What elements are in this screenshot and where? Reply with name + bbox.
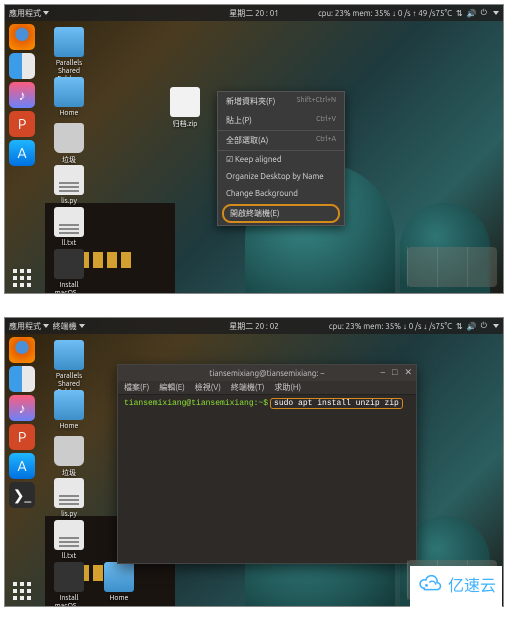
clock[interactable]: 星期二 20 : 02 xyxy=(229,321,279,332)
menu-file[interactable]: 檔案(F) xyxy=(124,382,149,393)
firefox-icon[interactable] xyxy=(9,337,35,363)
files-icon[interactable] xyxy=(9,53,35,79)
system-indicators[interactable]: cpu: 23% mem: 35% ↓ 0 /s ↓ /s75°C ⇅ 🔊 ⏻ xyxy=(329,321,499,331)
music-icon[interactable]: ♪ xyxy=(9,395,35,421)
menu-view[interactable]: 檢視(V) xyxy=(195,382,221,393)
desktop-icon-lispy[interactable]: lis.py xyxy=(49,165,89,205)
screenshot-1: 應用程式 星期二 20 : 01 cpu: 23% mem: 35% ↓ 0 /… xyxy=(4,4,504,294)
power-icon[interactable]: ⏻ xyxy=(481,321,487,331)
file-icon xyxy=(54,520,84,550)
sound-icon[interactable]: 🔊 xyxy=(467,322,477,331)
installer-icon xyxy=(54,562,84,592)
terminal-command: sudo apt install unzip zip xyxy=(270,398,403,409)
menu-help[interactable]: 求助(H) xyxy=(274,382,301,393)
check-icon: ☑ xyxy=(226,155,235,164)
folder-icon xyxy=(104,562,134,592)
watermark: 亿速云 xyxy=(410,566,502,624)
menu-item-paste[interactable]: 貼上(P)Ctrl+V xyxy=(218,111,344,130)
trash-icon xyxy=(54,436,84,466)
menu-terminal[interactable]: 終端機(T) xyxy=(231,382,265,393)
installer-icon xyxy=(54,249,84,279)
top-panel: 應用程式 星期二 20 : 01 cpu: 23% mem: 35% ↓ 0 /… xyxy=(5,5,503,21)
desktop-icon-install[interactable]: Install macOS ... xyxy=(49,562,89,607)
clock[interactable]: 星期二 20 : 01 xyxy=(229,8,279,19)
network-icon[interactable]: ⇅ xyxy=(456,9,463,18)
stats-text: cpu: 23% mem: 35% ↓ 0 /s ↓ /s75°C xyxy=(329,322,452,331)
chevron-down-icon xyxy=(79,324,85,328)
desktop-icon-home2[interactable]: Home xyxy=(99,562,139,602)
desktop-icon-zip[interactable]: 归档.zip xyxy=(165,87,205,129)
folder-icon xyxy=(54,27,84,57)
powerpoint-icon[interactable]: P xyxy=(9,424,35,450)
network-icon[interactable]: ⇅ xyxy=(456,322,463,331)
watermark-text: 亿速云 xyxy=(448,572,496,596)
appstore-icon[interactable]: A xyxy=(9,140,35,166)
close-button[interactable]: ✕ xyxy=(404,367,412,378)
zip-icon xyxy=(170,87,200,117)
terminal-title-text: tiansemixiang@tiansemixiang: ~ xyxy=(209,369,324,378)
cloud-icon xyxy=(416,574,444,594)
terminal-icon[interactable]: ❯_ xyxy=(9,482,35,508)
desktop-icon-parallels[interactable]: Parallels Shared Folders xyxy=(49,340,89,396)
file-icon xyxy=(54,478,84,508)
folder-icon xyxy=(54,390,84,420)
music-icon[interactable]: ♪ xyxy=(9,82,35,108)
menu-item-select-all[interactable]: 全部選取(A)Ctrl+A xyxy=(218,130,344,150)
launcher-dock: ♪ P A xyxy=(5,21,39,273)
maximize-button[interactable]: □ xyxy=(392,367,397,378)
app-menu[interactable]: 應用程式 終端機 xyxy=(9,321,85,332)
chevron-down-icon xyxy=(493,324,499,328)
folder-icon xyxy=(54,77,84,107)
desktop-icon-install[interactable]: Install macOS ... xyxy=(49,249,89,294)
folder-icon xyxy=(54,340,84,370)
firefox-icon[interactable] xyxy=(9,24,35,50)
desktop-icon-parallels[interactable]: Parallels Shared Folders xyxy=(49,27,89,83)
system-indicators[interactable]: cpu: 23% mem: 35% ↓ 0 /s ↑ 49 /s75°C ⇅ 🔊… xyxy=(318,8,499,18)
show-applications-button[interactable] xyxy=(11,267,33,289)
file-icon xyxy=(54,207,84,237)
top-panel: 應用程式 終端機 星期二 20 : 02 cpu: 23% mem: 35% ↓… xyxy=(5,318,503,334)
menu-item-keep-aligned[interactable]: ☑Keep aligned xyxy=(218,150,344,168)
terminal-window[interactable]: tiansemixiang@tiansemixiang: ~ – □ ✕ 檔案(… xyxy=(117,364,417,564)
desktop-context-menu: 新增資料夾(F)Shift+Ctrl+N 貼上(P)Ctrl+V 全部選取(A)… xyxy=(217,91,345,226)
desktop-icon-lltxt[interactable]: ll.txt xyxy=(49,207,89,247)
minimize-button[interactable]: – xyxy=(381,367,385,378)
files-icon[interactable] xyxy=(9,366,35,392)
desktop-icon-trash[interactable]: 垃圾 xyxy=(49,436,89,478)
menu-item-organize[interactable]: Organize Desktop by Name xyxy=(218,168,344,185)
menu-item-change-bg[interactable]: Change Background xyxy=(218,185,344,202)
sound-icon[interactable]: 🔊 xyxy=(467,9,477,18)
terminal-menubar: 檔案(F) 編輯(E) 檢視(V) 終端機(T) 求助(H) xyxy=(118,381,416,395)
launcher-dock: ♪ P A ❯_ xyxy=(5,334,39,586)
menu-item-open-terminal[interactable]: 開啟終端機(E) xyxy=(222,204,340,223)
desktop-icon-lispy[interactable]: lis.py xyxy=(49,478,89,518)
menu-edit[interactable]: 編輯(E) xyxy=(159,382,185,393)
terminal-titlebar[interactable]: tiansemixiang@tiansemixiang: ~ – □ ✕ xyxy=(118,365,416,381)
power-icon[interactable]: ⏻ xyxy=(481,8,487,18)
trash-icon xyxy=(54,123,84,153)
powerpoint-icon[interactable]: P xyxy=(9,111,35,137)
menu-item-new-folder[interactable]: 新增資料夾(F)Shift+Ctrl+N xyxy=(218,92,344,111)
terminal-prompt: tiansemixiang@tiansemixiang:~$ xyxy=(124,399,268,408)
desktop-icon-home[interactable]: Home xyxy=(49,77,89,117)
chevron-down-icon xyxy=(493,11,499,15)
blurred-region xyxy=(407,247,497,287)
file-icon xyxy=(54,165,84,195)
app-menu[interactable]: 應用程式 xyxy=(9,8,49,19)
chevron-down-icon xyxy=(43,324,49,328)
desktop-icon-trash[interactable]: 垃圾 xyxy=(49,123,89,165)
show-applications-button[interactable] xyxy=(11,580,33,602)
desktop-icon-lltxt[interactable]: ll.txt xyxy=(49,520,89,560)
screenshot-2: 應用程式 終端機 星期二 20 : 02 cpu: 23% mem: 35% ↓… xyxy=(4,317,504,607)
appstore-icon[interactable]: A xyxy=(9,453,35,479)
desktop-icon-home[interactable]: Home xyxy=(49,390,89,430)
chevron-down-icon xyxy=(43,11,49,15)
stats-text: cpu: 23% mem: 35% ↓ 0 /s ↑ 49 /s75°C xyxy=(318,9,452,18)
terminal-body[interactable]: tiansemixiang@tiansemixiang:~$sudo apt i… xyxy=(118,395,416,412)
